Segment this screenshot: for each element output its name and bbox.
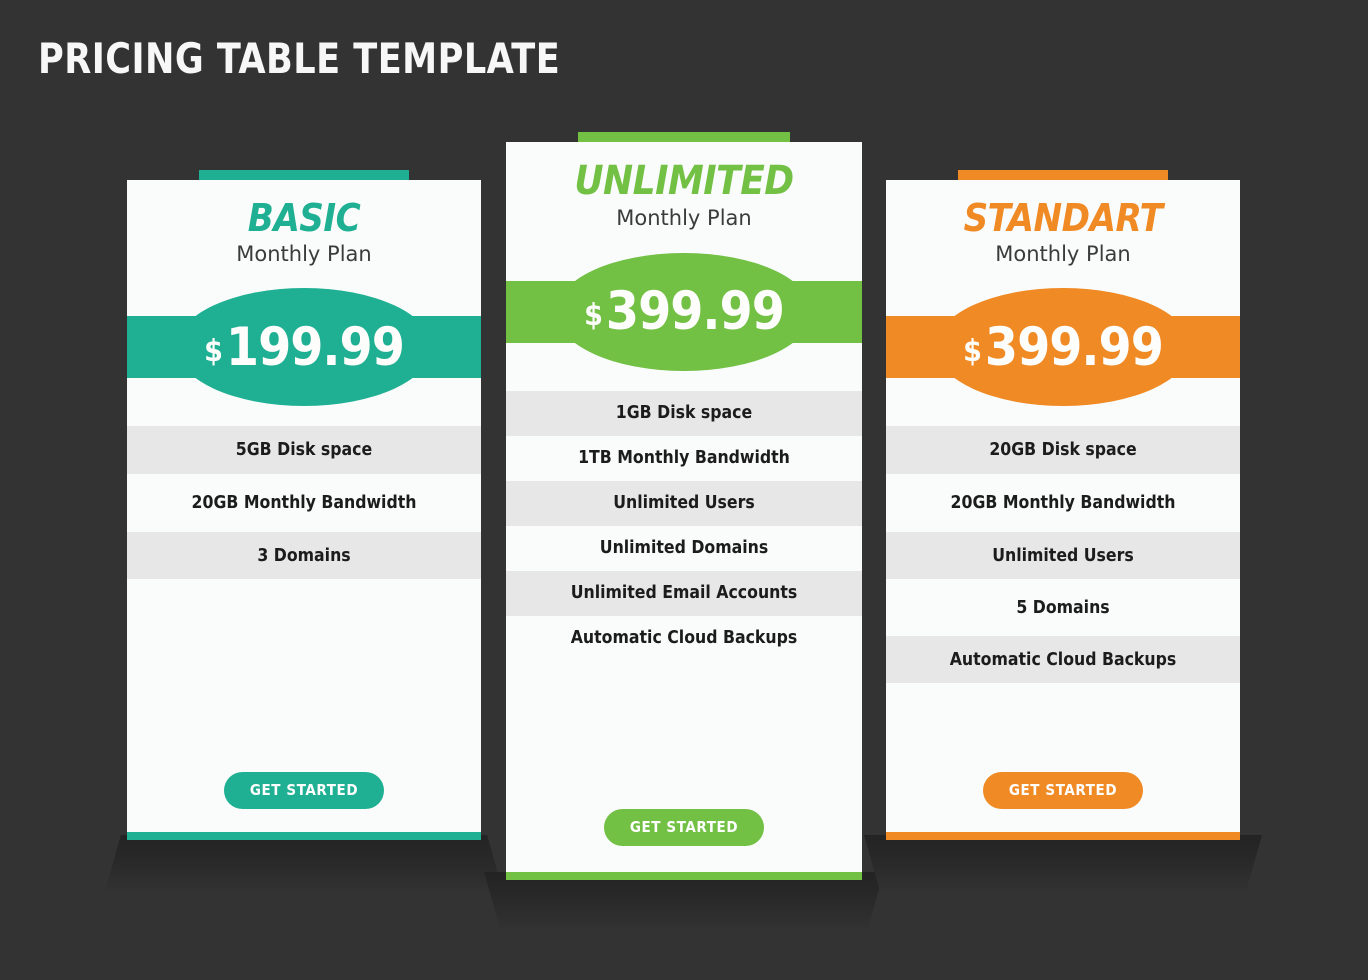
currency-symbol: $ — [963, 333, 982, 369]
feature-row: Unlimited Email Accounts — [506, 570, 862, 616]
price: $ 399.99 — [886, 288, 1240, 406]
price: $ 399.99 — [506, 253, 862, 371]
feature-row: 1TB Monthly Bandwidth — [506, 435, 862, 481]
currency-symbol: $ — [584, 298, 603, 334]
card-top-accent — [958, 170, 1168, 180]
feature-row: Automatic Cloud Backups — [886, 636, 1240, 684]
plan-subtitle: Monthly Plan — [236, 242, 372, 267]
feature-list: 20GB Disk space 20GB Monthly Bandwidth U… — [886, 426, 1240, 684]
card-shadow — [105, 835, 503, 891]
card-body: UNLIMITED Monthly Plan $ 399.99 1GB Disk… — [506, 142, 862, 880]
price-amount: 399.99 — [605, 281, 785, 343]
plan-subtitle: Monthly Plan — [995, 242, 1131, 267]
get-started-button[interactable]: GET STARTED — [603, 809, 765, 846]
price-band: $ 399.99 — [506, 252, 862, 371]
price-band: $ 199.99 — [127, 288, 481, 407]
card-top-accent — [578, 132, 790, 142]
price-band: $ 399.99 — [886, 288, 1240, 407]
price-amount: 399.99 — [984, 316, 1164, 378]
pricing-card-unlimited: UNLIMITED Monthly Plan $ 399.99 1GB Disk… — [484, 132, 884, 928]
card-top-accent — [199, 170, 409, 180]
feature-row: 5GB Disk space — [127, 426, 481, 475]
plan-subtitle: Monthly Plan — [616, 206, 752, 231]
pricing-card-basic: BASIC Monthly Plan $ 199.99 5GB Disk spa… — [105, 170, 503, 891]
card-bottom-accent — [127, 832, 481, 840]
card-shadow — [484, 872, 884, 928]
pricing-card-standart: STANDART Monthly Plan $ 399.99 20GB Disk… — [864, 170, 1262, 891]
cta-row: GET STARTED — [506, 809, 862, 846]
pricing-cards-container: BASIC Monthly Plan $ 199.99 5GB Disk spa… — [0, 0, 1368, 980]
card-body: STANDART Monthly Plan $ 399.99 20GB Disk… — [886, 180, 1240, 840]
feature-row: 20GB Monthly Bandwidth — [886, 474, 1240, 533]
card-bottom-accent — [886, 832, 1240, 840]
price-amount: 199.99 — [225, 316, 405, 378]
plan-name: BASIC — [247, 196, 361, 240]
get-started-button[interactable]: GET STARTED — [982, 772, 1144, 809]
card-body: BASIC Monthly Plan $ 199.99 5GB Disk spa… — [127, 180, 481, 840]
feature-row: 5 Domains — [886, 579, 1240, 637]
feature-row: Automatic Cloud Backups — [506, 615, 862, 661]
feature-row: Unlimited Users — [886, 532, 1240, 580]
feature-row: 1GB Disk space — [506, 390, 862, 436]
feature-row: Unlimited Domains — [506, 525, 862, 571]
feature-list: 5GB Disk space 20GB Monthly Bandwidth 3 … — [127, 426, 481, 580]
feature-row: 20GB Disk space — [886, 426, 1240, 475]
card-header: BASIC Monthly Plan — [127, 180, 481, 268]
plan-name: UNLIMITED — [574, 158, 794, 204]
feature-row: 20GB Monthly Bandwidth — [127, 474, 481, 533]
cta-row: GET STARTED — [886, 772, 1240, 809]
card-bottom-accent — [506, 872, 862, 880]
feature-list: 1GB Disk space 1TB Monthly Bandwidth Unl… — [506, 390, 862, 661]
card-header: STANDART Monthly Plan — [886, 180, 1240, 268]
feature-row: 3 Domains — [127, 532, 481, 580]
get-started-button[interactable]: GET STARTED — [223, 772, 385, 809]
card-header: UNLIMITED Monthly Plan — [506, 142, 862, 233]
plan-name: STANDART — [963, 196, 1163, 240]
currency-symbol: $ — [204, 333, 223, 369]
card-shadow — [864, 835, 1262, 891]
cta-row: GET STARTED — [127, 772, 481, 809]
price: $ 199.99 — [127, 288, 481, 406]
feature-row: Unlimited Users — [506, 480, 862, 526]
